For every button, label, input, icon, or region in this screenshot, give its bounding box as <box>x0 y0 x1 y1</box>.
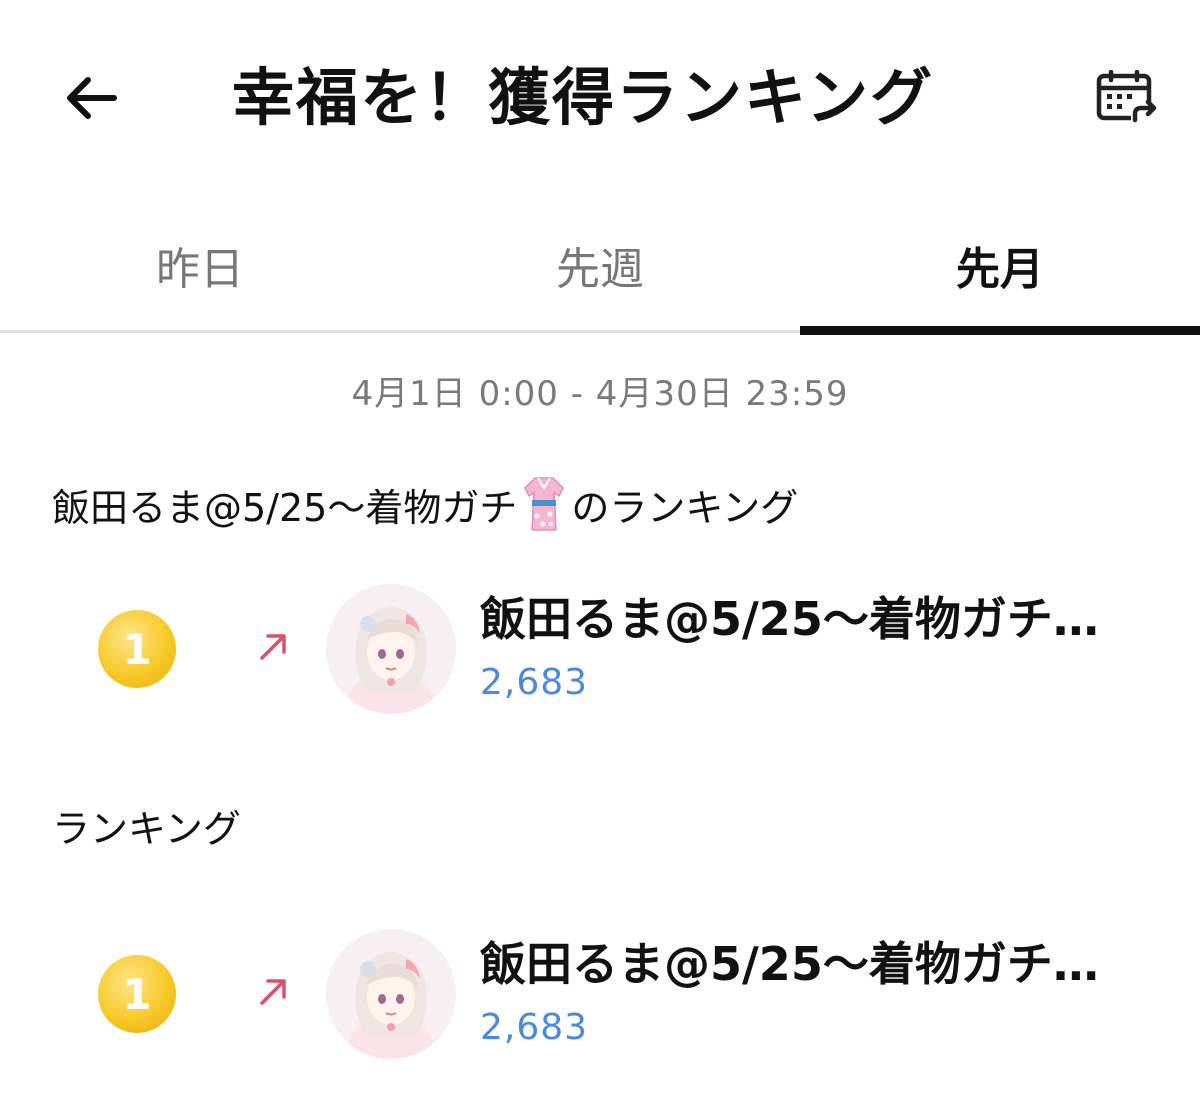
avatar[interactable] <box>326 929 456 1059</box>
arrow-left-icon <box>67 77 117 119</box>
score-value: 2,683 <box>480 662 589 703</box>
calendar-share-icon <box>1096 70 1159 124</box>
user-name: 飯田るま@5/25〜着物ガチ… <box>480 937 1099 991</box>
user-name: 飯田るま@5/25〜着物ガチ… <box>480 592 1099 646</box>
tab-last-week[interactable]: 先週 <box>400 200 800 330</box>
period-range: 4月1日 0:00 - 4月30日 23:59 <box>351 374 849 414</box>
ranking-row[interactable]: 1 飯田るま@5/25〜着物ガチ… 2,683 <box>0 580 1200 720</box>
rank-number: 1 <box>122 624 152 674</box>
section-title-prefix: 飯田るま@5/25〜着物ガチ <box>52 485 518 530</box>
active-tab-indicator <box>800 326 1200 335</box>
section-title-overall: ランキング <box>52 798 241 853</box>
section-title-suffix: のランキング <box>571 485 799 530</box>
rank-medal-gold: 1 <box>98 955 176 1033</box>
tab-yesterday[interactable]: 昨日 <box>0 200 400 330</box>
section-title-creator: 飯田るま@5/25〜着物ガチ のランキング <box>52 474 798 534</box>
up-right-arrow-icon <box>260 979 286 1005</box>
ranking-screen: 幸福を！獲得ランキング 昨日 先週 先月 4月1日 0:00 - 4月30日 2… <box>0 0 1200 1097</box>
page-title: 幸福を！獲得ランキング <box>232 61 935 134</box>
app-header: 幸福を！獲得ランキング <box>0 0 1200 190</box>
avatar[interactable] <box>326 584 456 714</box>
tab-last-month[interactable]: 先月 <box>800 200 1200 330</box>
rank-medal-gold: 1 <box>98 610 176 688</box>
back-button[interactable] <box>52 60 128 136</box>
calendar-button[interactable] <box>1088 60 1168 136</box>
kimono-icon <box>524 477 565 531</box>
up-right-arrow-icon <box>260 634 286 660</box>
rank-number: 1 <box>122 969 152 1019</box>
section-title-prefix: ランキング <box>52 807 241 851</box>
score-value: 2,683 <box>480 1007 589 1048</box>
period-tabs: 昨日 先週 先月 <box>0 200 1200 335</box>
ranking-row[interactable]: 1 飯田るま@5/25〜着物ガチ… 2,683 <box>0 925 1200 1065</box>
